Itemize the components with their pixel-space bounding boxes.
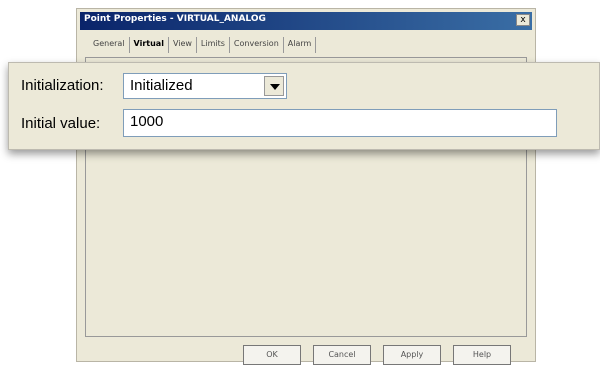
close-button[interactable]: x <box>516 14 530 26</box>
apply-button[interactable]: Apply <box>383 345 441 365</box>
initialization-label: Initialization: <box>21 77 104 94</box>
tab-bar: General Virtual View Limits Conversion A… <box>89 37 317 53</box>
virtual-settings-zoom: Initialization: Initialized Initial valu… <box>8 62 600 150</box>
initial-value-field[interactable]: 1000 <box>123 109 557 137</box>
tab-virtual[interactable]: Virtual <box>129 37 169 53</box>
tab-conversion[interactable]: Conversion <box>230 37 284 53</box>
tab-alarm[interactable]: Alarm <box>284 37 317 53</box>
ok-button[interactable]: OK <box>243 345 301 365</box>
dialog-title: Point Properties - VIRTUAL_ANALOG <box>84 14 266 24</box>
dialog-buttons: OK Cancel Apply Help <box>243 345 511 365</box>
cancel-button[interactable]: Cancel <box>313 345 371 365</box>
tab-limits[interactable]: Limits <box>197 37 230 53</box>
help-button[interactable]: Help <box>453 345 511 365</box>
initial-value-label: Initial value: <box>21 115 101 132</box>
initialization-dropdown[interactable]: Initialized <box>123 73 287 99</box>
title-bar: Point Properties - VIRTUAL_ANALOG x <box>80 12 532 30</box>
tab-view[interactable]: View <box>169 37 197 53</box>
tab-general[interactable]: General <box>89 37 130 53</box>
initialization-value: Initialized <box>130 77 193 94</box>
chevron-down-icon[interactable] <box>264 76 284 96</box>
